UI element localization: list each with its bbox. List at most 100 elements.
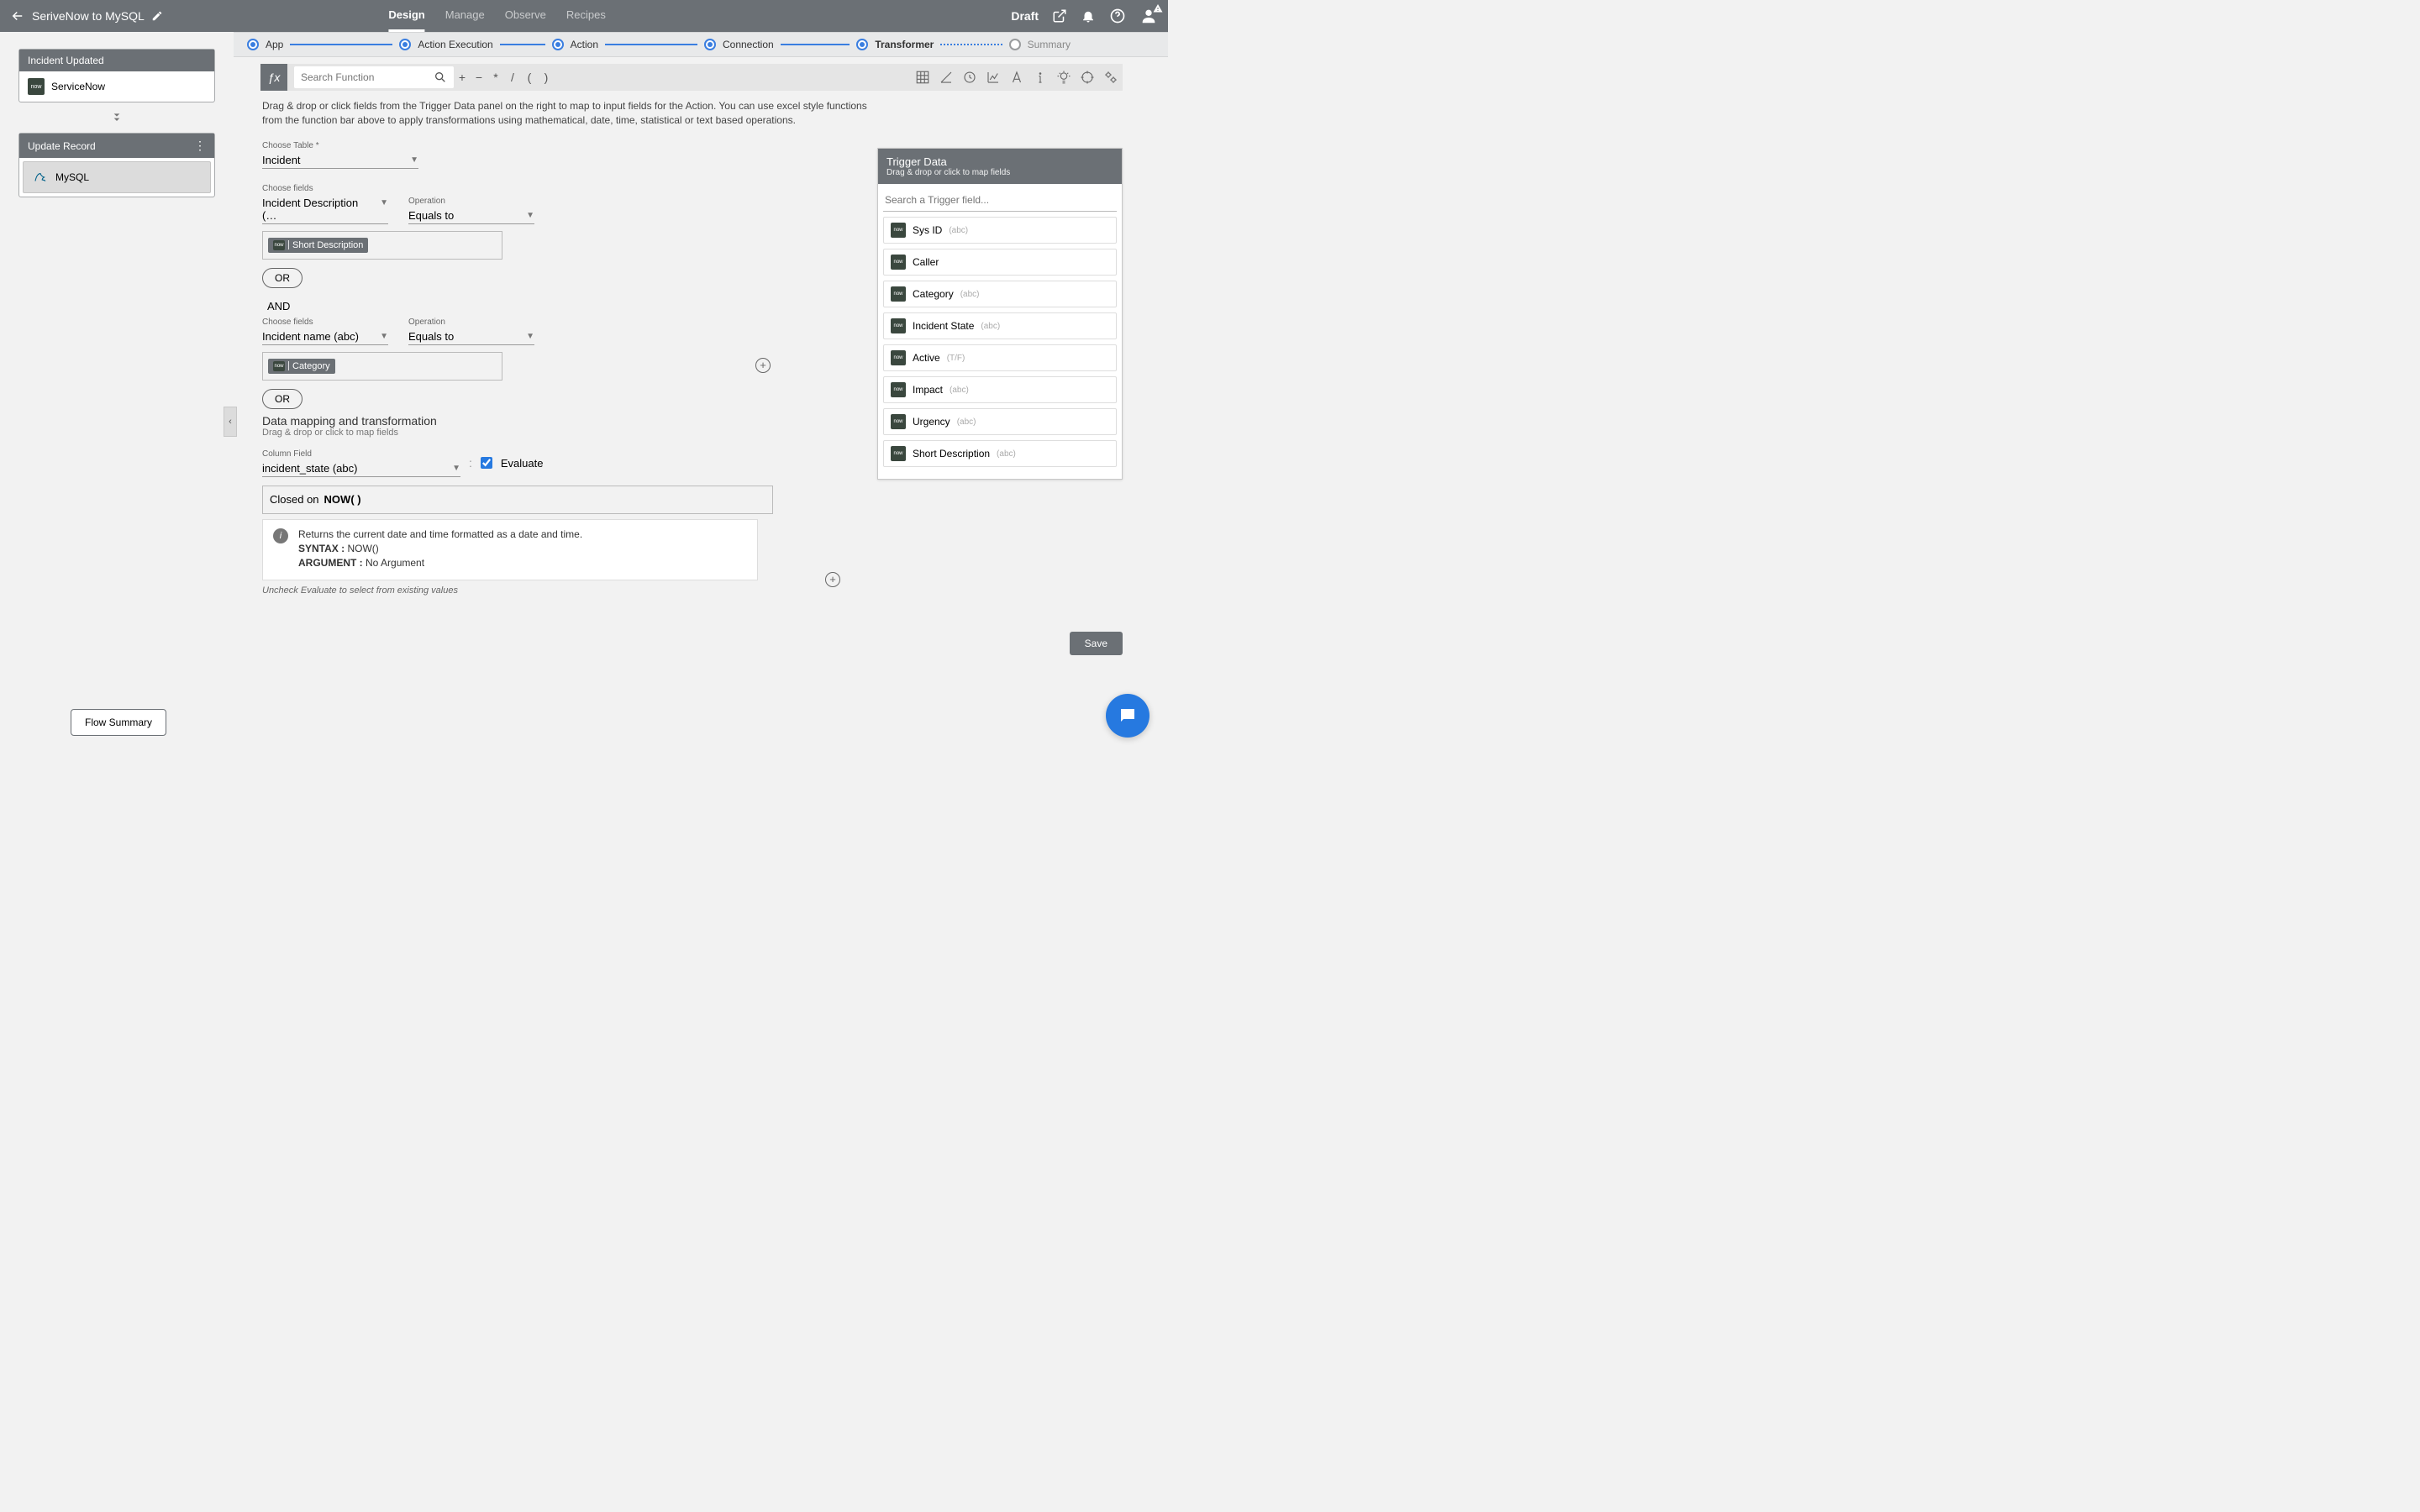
- choose-fields-select-1[interactable]: Incident Description (… ▼: [262, 195, 388, 224]
- choose-fields-label: Choose fields: [262, 318, 388, 327]
- tab-observe[interactable]: Observe: [505, 0, 546, 32]
- trigger-field-item[interactable]: nowIncident State (abc): [883, 312, 1117, 339]
- trigger-field-item[interactable]: nowCategory (abc): [883, 281, 1117, 307]
- angle-tool-icon[interactable]: [934, 66, 958, 89]
- back-arrow-icon[interactable]: [10, 8, 25, 24]
- trigger-field-item[interactable]: nowShort Description (abc): [883, 440, 1117, 467]
- op-minus[interactable]: −: [471, 71, 487, 84]
- column-field-select[interactable]: incident_state (abc) ▼: [262, 460, 460, 477]
- or-button-1[interactable]: OR: [262, 268, 302, 288]
- trigger-field-type: (abc): [997, 449, 1016, 459]
- add-condition-button[interactable]: +: [755, 358, 771, 373]
- filter-value-box-2[interactable]: now Category +: [262, 352, 502, 381]
- target-tool-icon[interactable]: [1076, 66, 1099, 89]
- expression-input[interactable]: Closed on NOW( ): [262, 486, 773, 514]
- op-paren-close[interactable]: ): [538, 71, 555, 84]
- open-external-icon[interactable]: [1052, 8, 1067, 24]
- notifications-icon[interactable]: [1081, 8, 1096, 24]
- function-search-input[interactable]: [301, 71, 434, 83]
- choose-fields-value-1: Incident Description (…: [262, 197, 358, 222]
- caret-down-icon: ▼: [410, 155, 418, 165]
- op-divide[interactable]: /: [504, 71, 521, 84]
- status-draft: Draft: [1011, 9, 1039, 23]
- tab-recipes[interactable]: Recipes: [566, 0, 606, 32]
- step-action-execution[interactable]: Action Execution: [418, 39, 492, 50]
- trigger-field-type: (abc): [950, 386, 969, 395]
- op-paren-open[interactable]: (: [521, 71, 538, 84]
- servicenow-icon: now: [891, 318, 906, 333]
- info-tool-icon[interactable]: [1028, 66, 1052, 89]
- hint-syntax-value: NOW(): [347, 543, 378, 554]
- trigger-data-panel: Trigger Data Drag & drop or click to map…: [877, 148, 1123, 480]
- action-node-card[interactable]: Update Record ⋮ MySQL: [18, 133, 215, 197]
- function-hint-box: i Returns the current date and time form…: [262, 519, 758, 580]
- user-avatar-icon[interactable]: [1139, 7, 1158, 25]
- trigger-field-type: (abc): [949, 226, 968, 235]
- gears-tool-icon[interactable]: [1099, 66, 1123, 89]
- trigger-field-item[interactable]: nowImpact (abc): [883, 376, 1117, 403]
- choose-table-value: Incident: [262, 154, 301, 166]
- or-button-2[interactable]: OR: [262, 389, 302, 409]
- bulb-tool-icon[interactable]: [1052, 66, 1076, 89]
- hint-syntax-label: SYNTAX :: [298, 543, 345, 554]
- top-header: SeriveNow to MySQL Design Manage Observe…: [0, 0, 1168, 32]
- trigger-field-item[interactable]: nowActive (T/F): [883, 344, 1117, 371]
- flow-summary-button[interactable]: Flow Summary: [71, 709, 166, 736]
- trigger-field-item[interactable]: nowSys ID (abc): [883, 217, 1117, 244]
- step-app[interactable]: App: [266, 39, 283, 50]
- choose-table-select[interactable]: Incident ▼: [262, 152, 418, 169]
- mapped-field-chip[interactable]: now Short Description: [268, 238, 368, 253]
- text-tool-icon[interactable]: [1005, 66, 1028, 89]
- trigger-app-name: ServiceNow: [51, 81, 105, 92]
- mysql-icon: [32, 169, 49, 186]
- trigger-field-name: Urgency: [913, 416, 950, 428]
- servicenow-icon: now: [891, 255, 906, 270]
- choose-fields-select-2[interactable]: Incident name (abc) ▼: [262, 328, 388, 345]
- grid-tool-icon[interactable]: [911, 66, 934, 89]
- colon-separator: :: [469, 456, 472, 470]
- operation-select-2[interactable]: Equals to ▼: [408, 328, 534, 345]
- chart-tool-icon[interactable]: [981, 66, 1005, 89]
- expression-function: NOW( ): [324, 493, 361, 506]
- trigger-field-name: Caller: [913, 256, 939, 268]
- fx-icon: ƒx: [260, 64, 287, 91]
- node-menu-icon[interactable]: ⋮: [194, 139, 206, 153]
- main-panel: ƒx + − * / ( ) Drag & drop or click fiel…: [234, 57, 1168, 756]
- collapse-sidebar-button[interactable]: ‹: [224, 407, 237, 437]
- hint-argument-label: ARGUMENT :: [298, 557, 363, 569]
- action-app-name: MySQL: [55, 171, 89, 183]
- help-icon[interactable]: [1109, 8, 1126, 24]
- step-circle: [552, 39, 564, 50]
- trigger-search-input[interactable]: [883, 189, 1117, 212]
- operation-select-1[interactable]: Equals to ▼: [408, 207, 534, 224]
- trigger-field-item[interactable]: nowUrgency (abc): [883, 408, 1117, 435]
- step-circle: [247, 39, 259, 50]
- op-multiply[interactable]: *: [487, 71, 504, 84]
- trigger-node-card[interactable]: Incident Updated now ServiceNow: [18, 49, 215, 102]
- function-search[interactable]: [294, 66, 454, 88]
- step-connection[interactable]: Connection: [723, 39, 774, 50]
- add-mapping-button[interactable]: +: [825, 572, 840, 587]
- step-summary[interactable]: Summary: [1028, 39, 1071, 50]
- instructions-text: Drag & drop or click fields from the Tri…: [262, 99, 867, 128]
- evaluate-checkbox[interactable]: [481, 457, 492, 469]
- caret-down-icon: ▼: [452, 464, 460, 473]
- edit-title-icon[interactable]: [151, 10, 163, 22]
- tab-manage[interactable]: Manage: [445, 0, 485, 32]
- choose-fields-label: Choose fields: [262, 184, 388, 193]
- tab-design[interactable]: Design: [388, 0, 424, 32]
- trigger-field-name: Incident State: [913, 320, 974, 332]
- trigger-field-item[interactable]: now Caller: [883, 249, 1117, 276]
- clock-tool-icon[interactable]: [958, 66, 981, 89]
- save-button[interactable]: Save: [1070, 632, 1123, 655]
- filter-value-box-1[interactable]: now Short Description: [262, 231, 502, 260]
- mapped-field-chip[interactable]: now Category: [268, 359, 335, 374]
- step-action[interactable]: Action: [571, 39, 598, 50]
- operation-label: Operation: [408, 318, 534, 327]
- trigger-field-list: nowSys ID (abc) now Caller nowCategory (ab…: [878, 217, 1122, 479]
- op-plus[interactable]: +: [454, 71, 471, 84]
- flow-connector-icon: [18, 111, 215, 124]
- info-icon: i: [273, 528, 288, 543]
- chat-fab-button[interactable]: [1106, 694, 1150, 738]
- step-transformer[interactable]: Transformer: [875, 39, 934, 50]
